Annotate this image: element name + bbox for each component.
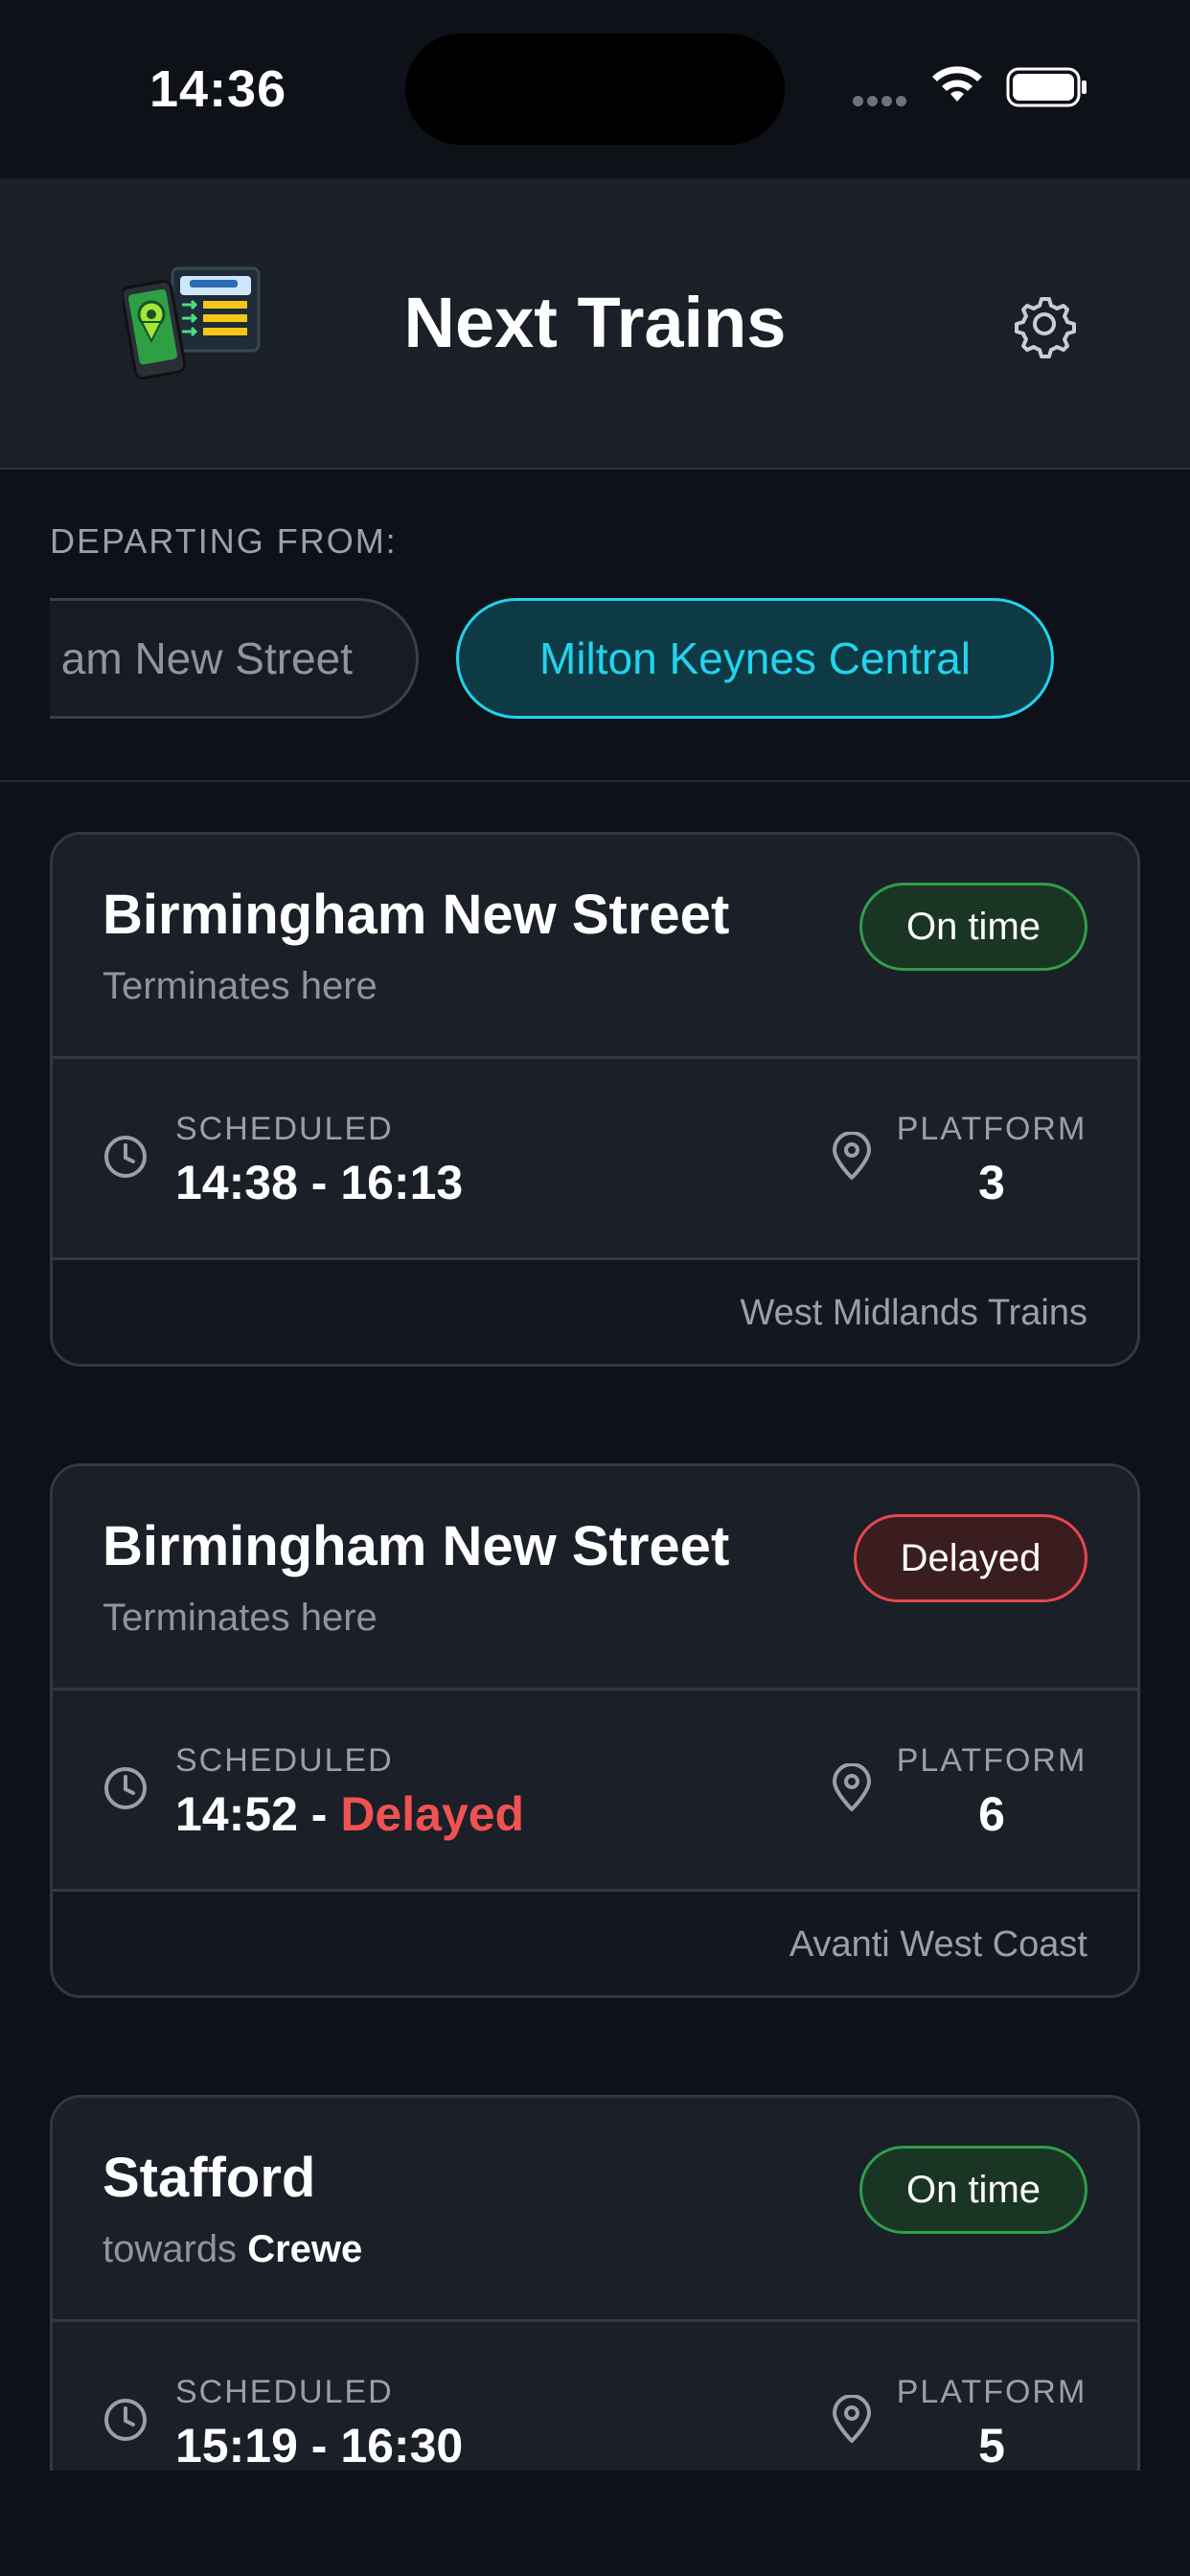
train-card-header: Birmingham New Street Terminates here De… bbox=[53, 1466, 1137, 1690]
platform-number: 6 bbox=[978, 1787, 1005, 1841]
station-chip-birmingham[interactable]: am New Street bbox=[50, 598, 419, 719]
towards-station: Crewe bbox=[247, 2228, 363, 2270]
settings-gear-icon[interactable] bbox=[1010, 289, 1079, 358]
clock-icon bbox=[104, 1136, 147, 1178]
battery-icon bbox=[1006, 67, 1087, 107]
train-subtitle: towards Crewe bbox=[103, 2228, 362, 2271]
platform-number: 5 bbox=[978, 2419, 1005, 2472]
scheduled-label: SCHEDULED bbox=[175, 1742, 394, 1779]
operator-name: Avanti West Coast bbox=[789, 1924, 1087, 1965]
cellular-signal-icon bbox=[853, 94, 914, 106]
wifi-icon bbox=[932, 66, 982, 102]
status-bar: 14:36 bbox=[0, 0, 1190, 178]
train-card[interactable]: Birmingham New Street Terminates here On… bbox=[50, 832, 1140, 1367]
departing-from-section: DEPARTING FROM: am New Street Milton Key… bbox=[0, 472, 1190, 782]
scheduled-label: SCHEDULED bbox=[175, 2374, 394, 2410]
train-card-header: Birmingham New Street Terminates here On… bbox=[53, 835, 1137, 1059]
scheduled-time: 15:19 - 16:30 bbox=[175, 2419, 464, 2472]
location-pin-icon bbox=[833, 1763, 871, 1811]
train-destination: Stafford bbox=[103, 2147, 316, 2209]
clock-icon bbox=[104, 2399, 147, 2441]
train-card-details: SCHEDULED 14:52 - Delayed PLATFORM 6 bbox=[53, 1690, 1137, 1892]
clock-icon bbox=[104, 1767, 147, 1809]
arrival-delayed: Delayed bbox=[340, 1787, 525, 1841]
platform-label: PLATFORM bbox=[896, 2374, 1087, 2410]
app-header: Next Trains bbox=[0, 178, 1190, 470]
train-card-header: Stafford towards Crewe On time bbox=[53, 2098, 1137, 2322]
scheduled-label: SCHEDULED bbox=[175, 1111, 394, 1147]
platform-label: PLATFORM bbox=[896, 1111, 1087, 1147]
station-selector[interactable]: am New Street Milton Keynes Central bbox=[50, 598, 1190, 721]
location-pin-icon bbox=[833, 2395, 871, 2443]
platform-label: PLATFORM bbox=[896, 1742, 1087, 1779]
departing-from-label: DEPARTING FROM: bbox=[50, 521, 398, 561]
train-subtitle: Terminates here bbox=[103, 965, 378, 1007]
train-destination: Birmingham New Street bbox=[103, 884, 730, 946]
train-destination: Birmingham New Street bbox=[103, 1515, 730, 1577]
train-subtitle: Terminates here bbox=[103, 1597, 378, 1639]
bottom-safe-area bbox=[0, 2471, 1190, 2576]
scheduled-departure: 14:52 - bbox=[175, 1787, 341, 1841]
platform-number: 3 bbox=[978, 1156, 1005, 1209]
train-card[interactable]: Birmingham New Street Terminates here De… bbox=[50, 1463, 1140, 1998]
location-pin-icon bbox=[833, 1132, 871, 1180]
towards-label: towards bbox=[103, 2228, 238, 2270]
status-time: 14:36 bbox=[149, 60, 287, 118]
scheduled-time: 14:52 - Delayed bbox=[175, 1786, 524, 1842]
station-chip-milton-keynes-selected[interactable]: Milton Keynes Central bbox=[456, 598, 1054, 719]
dynamic-island bbox=[405, 34, 785, 145]
train-card-details: SCHEDULED 14:38 - 16:13 PLATFORM 3 bbox=[53, 1059, 1137, 1260]
operator-name: West Midlands Trains bbox=[740, 1293, 1087, 1333]
status-badge: On time bbox=[859, 2146, 1087, 2234]
scheduled-time: 14:38 - 16:13 bbox=[175, 1156, 464, 1209]
status-badge: On time bbox=[859, 883, 1087, 971]
train-card[interactable]: Stafford towards Crewe On time SCHEDULED… bbox=[50, 2095, 1140, 2517]
status-badge: Delayed bbox=[854, 1514, 1087, 1602]
